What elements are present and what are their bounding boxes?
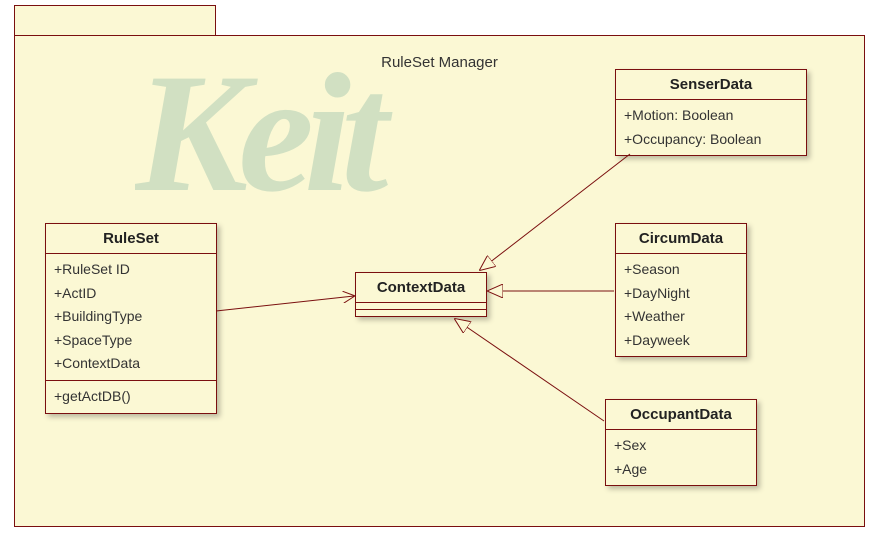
class-ruleset: RuleSet +RuleSet ID +ActID +BuildingType… [45, 223, 217, 414]
package-body: Keit RuleSet Manager RuleSet +RuleSet ID… [14, 35, 865, 527]
class-senserdata: SenserData +Motion: Boolean +Occupancy: … [615, 69, 807, 156]
class-occupantdata-attrs: +Sex +Age [606, 430, 756, 485]
attr-line: +Season [624, 258, 738, 282]
attr-line: +Weather [624, 305, 738, 329]
class-contextdata-ops [356, 310, 486, 316]
class-contextdata-attrs [356, 303, 486, 310]
attr-line: +Motion: Boolean [624, 104, 798, 128]
class-ruleset-attrs: +RuleSet ID +ActID +BuildingType +SpaceT… [46, 254, 216, 381]
class-circumdata-title: CircumData [616, 224, 746, 254]
class-ruleset-ops: +getActDB() [46, 381, 216, 413]
assoc-ruleset-contextdata [216, 296, 354, 311]
class-circumdata-attrs: +Season +DayNight +Weather +Dayweek [616, 254, 746, 356]
class-occupantdata: OccupantData +Sex +Age [605, 399, 757, 486]
class-senserdata-attrs: +Motion: Boolean +Occupancy: Boolean [616, 100, 806, 155]
attr-line: +SpaceType [54, 329, 208, 353]
attr-line: +RuleSet ID [54, 258, 208, 282]
class-ruleset-title: RuleSet [46, 224, 216, 254]
attr-line: +Sex [614, 434, 748, 458]
op-line: +getActDB() [54, 385, 208, 409]
class-contextdata: ContextData [355, 272, 487, 317]
gen-occupantdata-contextdata [455, 319, 604, 421]
attr-line: +DayNight [624, 282, 738, 306]
attr-line: +Occupancy: Boolean [624, 128, 798, 152]
attr-line: +Age [614, 458, 748, 482]
attr-line: +Dayweek [624, 329, 738, 353]
class-occupantdata-title: OccupantData [606, 400, 756, 430]
class-senserdata-title: SenserData [616, 70, 806, 100]
class-circumdata: CircumData +Season +DayNight +Weather +D… [615, 223, 747, 357]
gen-senserdata-contextdata [480, 154, 630, 270]
class-contextdata-title: ContextData [356, 273, 486, 303]
attr-line: +ContextData [54, 352, 208, 376]
package-tab [14, 5, 216, 37]
diagram-canvas: Keit RuleSet Manager RuleSet +RuleSet ID… [0, 0, 879, 539]
attr-line: +BuildingType [54, 305, 208, 329]
attr-line: +ActID [54, 282, 208, 306]
